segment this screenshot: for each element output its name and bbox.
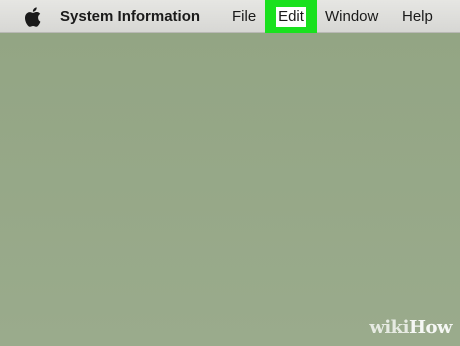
apple-logo-icon (24, 6, 40, 27)
menu-edit-label: Edit (276, 7, 306, 27)
menu-bar: System Information File Edit Window Help (0, 0, 460, 37)
menu-help[interactable]: Help (402, 0, 433, 33)
menu-file[interactable]: File (232, 0, 256, 33)
watermark-how: How (408, 317, 453, 338)
watermark-wiki: wiki (369, 317, 409, 338)
apple-menu-icon[interactable] (22, 0, 42, 33)
menu-edit[interactable]: Edit (265, 0, 317, 33)
menu-window[interactable]: Window (325, 0, 378, 33)
desktop-background: wikiHow (0, 33, 460, 346)
wikihow-watermark: wikiHow (369, 317, 452, 338)
app-name-menu[interactable]: System Information (60, 0, 200, 33)
